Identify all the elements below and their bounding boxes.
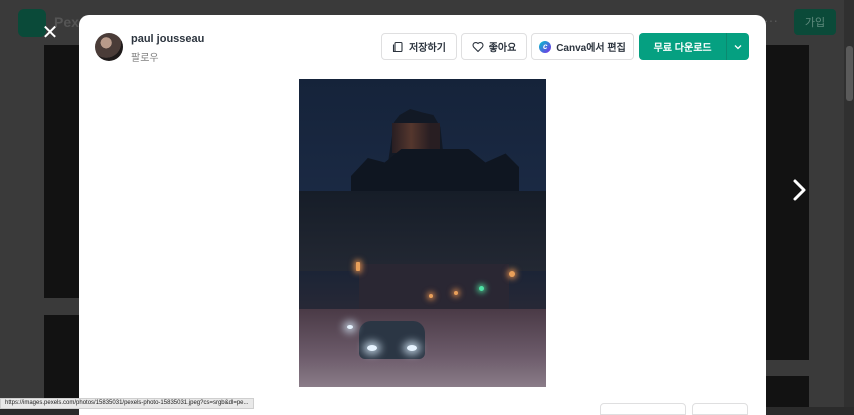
more-icon: ··· xyxy=(764,12,778,28)
chevron-down-icon[interactable] xyxy=(726,33,749,60)
photo-cliff xyxy=(299,191,546,271)
like-button[interactable]: 좋아요 xyxy=(461,33,527,60)
street-lamp xyxy=(429,294,433,298)
author-name[interactable]: paul jousseau xyxy=(131,33,204,45)
download-label: 무료 다운로드 xyxy=(653,43,712,54)
background-photo-tile xyxy=(766,376,809,407)
join-button: 가입 xyxy=(794,9,836,35)
traffic-light xyxy=(356,262,360,271)
car-headlight xyxy=(407,345,417,351)
canva-label: Canva에서 편집 xyxy=(556,43,626,54)
background-photo-tile xyxy=(44,315,79,407)
photo-buildings xyxy=(359,264,509,309)
heart-icon xyxy=(472,41,484,52)
photo-car xyxy=(359,321,425,359)
bottom-action-button[interactable] xyxy=(600,403,686,415)
like-label: 좋아요 xyxy=(488,43,517,54)
photo-castle-lights xyxy=(392,123,440,153)
follow-button[interactable]: 팔로우 xyxy=(131,49,159,64)
scrollbar[interactable] xyxy=(844,0,854,407)
background-photo-tile xyxy=(44,45,79,298)
bookmark-icon xyxy=(393,41,403,52)
save-label: 저장하기 xyxy=(409,43,446,54)
car-headlight xyxy=(347,325,353,329)
photo-modal: paul jousseau 팔로우 저장하기 좋아요 c Canva에서 편집 … xyxy=(79,15,766,415)
close-icon[interactable]: ✕ xyxy=(41,23,59,43)
scrollbar-thumb[interactable] xyxy=(846,46,853,101)
green-light xyxy=(479,286,484,291)
status-bar-url: https://images.pexels.com/photos/1583503… xyxy=(0,398,254,409)
street-lamp xyxy=(509,271,515,277)
street-lamp xyxy=(454,291,458,295)
free-download-button[interactable]: 무료 다운로드 xyxy=(639,33,749,60)
chevron-right-icon[interactable] xyxy=(788,178,810,202)
canva-edit-button[interactable]: c Canva에서 편집 xyxy=(531,33,634,60)
background-photo-tile xyxy=(766,45,809,360)
save-button[interactable]: 저장하기 xyxy=(381,33,457,60)
avatar[interactable] xyxy=(95,33,123,61)
canva-icon: c xyxy=(539,40,552,53)
bottom-action-button[interactable] xyxy=(692,403,748,415)
photo-image[interactable] xyxy=(299,79,546,387)
car-headlight xyxy=(367,345,377,351)
